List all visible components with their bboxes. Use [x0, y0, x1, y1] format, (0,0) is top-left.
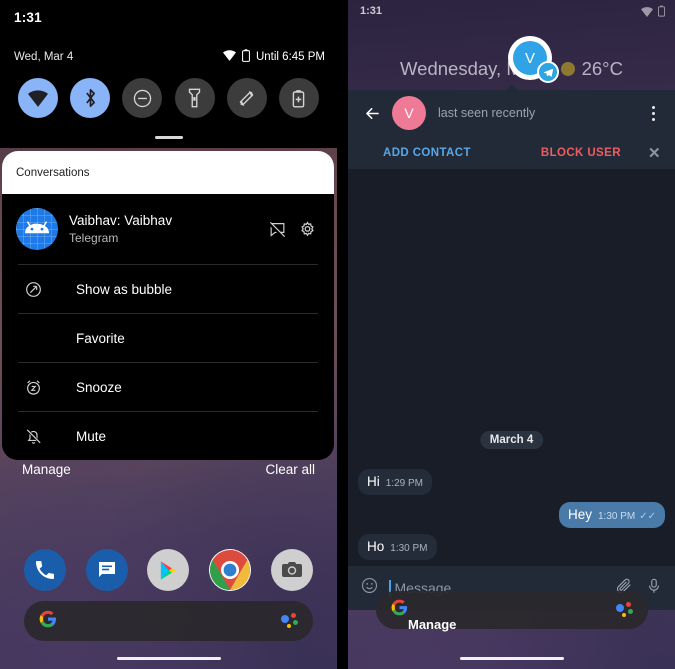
back-arrow-icon[interactable] [358, 104, 386, 123]
emoji-smiley-icon[interactable] [360, 576, 379, 600]
quick-settings-panel: Wed, Mar 4 Until 6:45 PM [0, 36, 337, 148]
notification-card: Conversations Vaibhav: Vaibhav Telegram [2, 151, 334, 460]
flashlight-icon [188, 88, 201, 108]
kebab-menu-icon[interactable] [641, 105, 665, 121]
wifi-icon [641, 4, 653, 22]
status-clock: 1:31 [14, 10, 42, 25]
message-text: Ho [367, 539, 385, 554]
menu-item-mute[interactable]: Mute [2, 412, 334, 460]
message-time: 1:29 PM [385, 478, 423, 489]
snooze-alarm-icon [18, 378, 48, 397]
qs-tile-auto-rotate[interactable] [226, 78, 267, 118]
notification-app-name: Telegram [69, 231, 119, 245]
qs-status-area: Until 6:45 PM [222, 49, 325, 65]
status-bar: 1:31 [0, 0, 337, 36]
quick-settings-tiles [0, 78, 337, 118]
day-separator: March 4 [479, 431, 544, 449]
chat-action-bar: ADD CONTACT BLOCK USER ✕ [348, 136, 675, 169]
message-bubble-outgoing[interactable]: Hey 1:30 PM ✓✓ [558, 502, 665, 528]
chat-bubble-avatar[interactable]: V [508, 36, 559, 83]
widget-temperature: 26°C [581, 58, 623, 79]
status-bar: 1:31 [348, 0, 675, 24]
assistant-dots-icon[interactable] [616, 602, 634, 618]
notification-body: Vaibhav: Vaibhav Telegram Show as bubble… [2, 194, 334, 460]
clear-all-button[interactable]: Clear all [265, 462, 315, 477]
dock-icon-chrome[interactable] [209, 549, 252, 591]
telegram-icon [537, 61, 559, 83]
status-icons [641, 4, 665, 22]
manage-button[interactable]: Manage [408, 617, 456, 632]
message-bubble-incoming[interactable]: Hi 1:29 PM [358, 469, 432, 495]
menu-item-show-as-bubble[interactable]: Show as bubble [2, 265, 334, 313]
status-clock: 1:31 [360, 5, 383, 17]
navigation-pill[interactable] [459, 657, 564, 660]
bubble-icon [18, 280, 48, 299]
auto-rotate-icon [239, 90, 254, 106]
google-search-bar[interactable] [24, 601, 313, 641]
notification-texts: Vaibhav: Vaibhav Telegram [69, 212, 262, 246]
close-icon[interactable]: ✕ [648, 144, 661, 162]
qs-tile-do-not-disturb[interactable] [122, 78, 163, 118]
dock-icon-messages[interactable] [85, 549, 128, 591]
bluetooth-icon [85, 88, 95, 108]
qs-tile-wifi[interactable] [18, 78, 58, 118]
conversations-section-header: Conversations [2, 151, 334, 194]
shade-footer: Manage Clear all [0, 462, 337, 477]
right-phone-screen: 1:31 Wednesday, Mar 4 26°C V V last seen… [348, 0, 675, 669]
qs-tile-flashlight[interactable] [174, 78, 215, 118]
sun-icon [560, 62, 575, 76]
message-time: 1:30 PM [390, 543, 428, 554]
microphone-icon[interactable] [645, 577, 663, 600]
qs-date: Wed, Mar 4 [14, 51, 74, 63]
menu-item-snooze[interactable]: Snooze [2, 363, 334, 411]
menu-label: Show as bubble [76, 281, 173, 297]
home-dock [0, 549, 337, 591]
manage-button[interactable]: Manage [22, 462, 71, 477]
wifi-icon [28, 89, 48, 107]
read-receipt-icon: ✓✓ [639, 511, 656, 522]
chat-window: V last seen recently ADD CONTACT BLOCK U… [348, 90, 675, 610]
google-g-icon [390, 598, 409, 622]
google-g-icon [38, 609, 58, 634]
notification-title: Vaibhav: Vaibhav [69, 213, 173, 228]
dock-icon-phone[interactable] [23, 549, 66, 591]
menu-label: Snooze [76, 379, 122, 395]
navigation-pill[interactable] [116, 657, 221, 660]
qs-tile-bluetooth[interactable] [70, 78, 111, 118]
dock-icon-camera[interactable] [271, 549, 314, 591]
message-list: March 4 Hi 1:29 PM Hey 1:30 PM ✓✓ Ho 1:3… [348, 169, 675, 566]
message-text: Hi [367, 474, 380, 489]
dock-icon-play-store[interactable] [147, 549, 190, 591]
qs-tile-battery-saver[interactable] [278, 78, 319, 118]
battery-saver-icon [293, 89, 305, 108]
avatar[interactable]: V [392, 96, 426, 130]
left-phone-screen: 1:31 Wed, Mar 4 Until 6:45 PM Conversati… [0, 0, 337, 669]
menu-item-favorite[interactable]: Favorite [2, 314, 334, 362]
wifi-icon [222, 50, 236, 64]
menu-label: Favorite [76, 330, 125, 346]
battery-icon [242, 49, 250, 65]
silence-notification-icon[interactable] [262, 214, 292, 244]
battery-icon [658, 4, 665, 22]
chat-header: V last seen recently [348, 90, 675, 136]
battery-status-text: Until 6:45 PM [255, 51, 325, 63]
do-not-disturb-icon [133, 89, 152, 107]
android-robot-icon [16, 208, 58, 250]
message-text: Hey [567, 507, 592, 522]
settings-gear-icon[interactable] [292, 214, 322, 244]
bell-off-icon [18, 427, 48, 446]
add-contact-button[interactable]: ADD CONTACT [383, 147, 471, 159]
message-bubble-incoming[interactable]: Ho 1:30 PM [358, 534, 437, 560]
message-time: 1:30 PM [597, 511, 636, 522]
block-user-button[interactable]: BLOCK USER [541, 147, 621, 159]
assistant-dots-icon[interactable] [281, 613, 299, 629]
menu-label: Mute [76, 428, 107, 444]
notification-row[interactable]: Vaibhav: Vaibhav Telegram [2, 194, 334, 264]
shade-drag-handle[interactable] [154, 136, 183, 139]
chat-subtitle: last seen recently [438, 106, 536, 120]
